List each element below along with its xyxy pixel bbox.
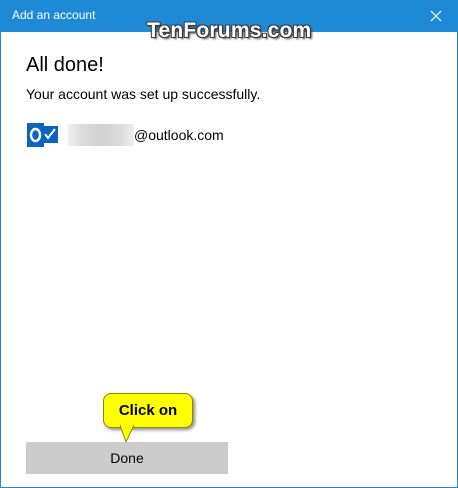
account-entry: @outlook.com: [26, 121, 224, 149]
close-icon: [430, 10, 442, 22]
page-heading: All done!: [26, 54, 104, 76]
close-button[interactable]: [413, 0, 458, 32]
watermark: TenForums.com: [147, 19, 312, 42]
add-account-window: Add an account TenForums.com All done! Y…: [0, 0, 458, 488]
redacted-username: [68, 124, 134, 146]
success-message: Your account was set up successfully.: [26, 86, 261, 102]
click-on-callout: Click on: [103, 393, 193, 428]
outlook-icon: [27, 123, 58, 147]
account-email: @outlook.com: [134, 127, 224, 143]
done-button[interactable]: Done: [26, 442, 228, 474]
callout-pointer: [120, 425, 134, 443]
window-title: Add an account: [12, 8, 96, 22]
